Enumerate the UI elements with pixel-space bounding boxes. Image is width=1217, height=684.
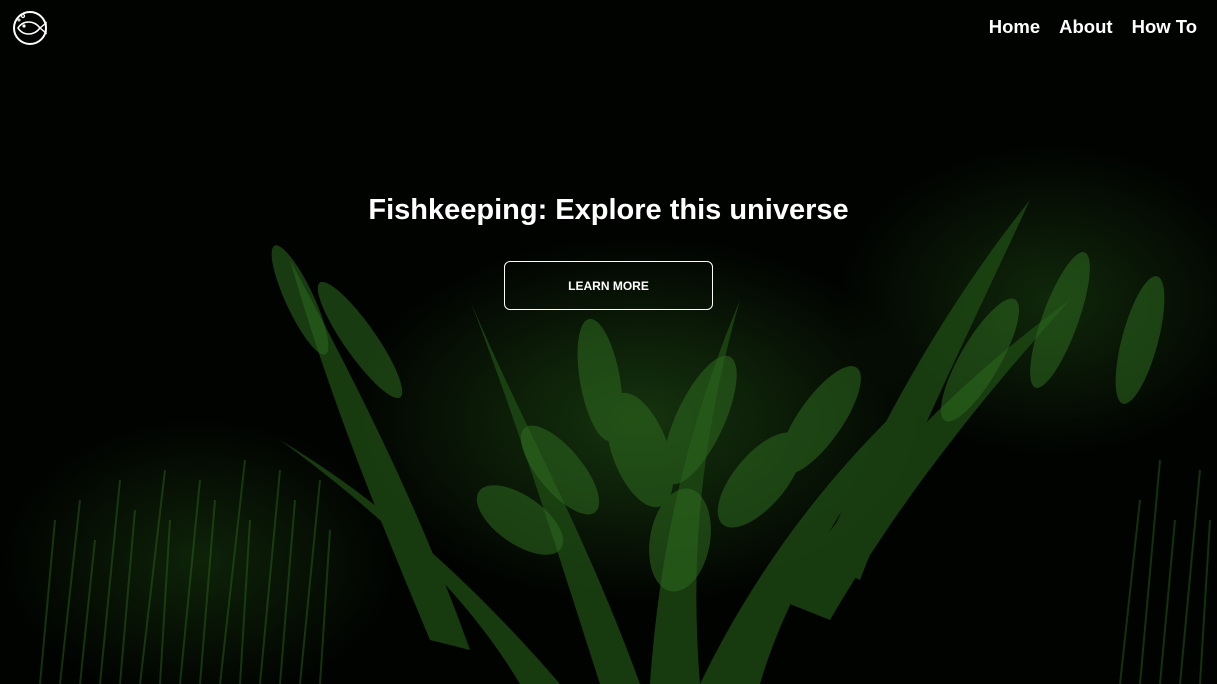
nav-links: Home About How To <box>989 14 1197 40</box>
learn-more-button[interactable]: LEARN MORE <box>504 261 713 310</box>
aquarium-plants-background <box>39 200 1211 684</box>
top-navigation: Home About How To <box>0 0 1217 56</box>
nav-link-home[interactable]: Home <box>989 14 1040 40</box>
nav-link-about[interactable]: About <box>1059 14 1112 40</box>
fish-icon[interactable] <box>10 8 50 48</box>
nav-link-how-to[interactable]: How To <box>1132 14 1197 40</box>
hero-section: Home About How To Fishkeeping: Explore t… <box>0 0 1217 684</box>
hero-title: Fishkeeping: Explore this universe <box>368 194 849 226</box>
